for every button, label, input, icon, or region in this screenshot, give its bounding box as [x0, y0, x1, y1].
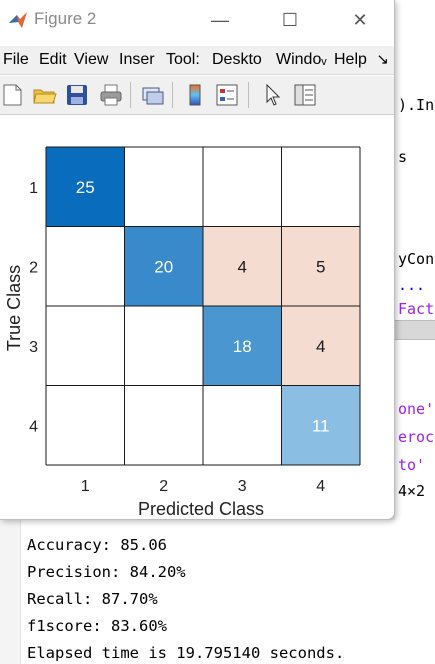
matrix-cell-4-2 [124, 385, 203, 465]
matrix-cell-4-1 [46, 385, 125, 465]
menu-file[interactable]: File [0, 51, 36, 69]
x-tick-label: 1 [81, 478, 90, 495]
menu-desktop[interactable]: Deskto [209, 51, 273, 69]
open-file-icon[interactable] [32, 82, 58, 108]
matrix-value-3-3: 18 [233, 337, 252, 356]
x-tick-label: 4 [316, 478, 325, 495]
y-tick-label: 4 [29, 418, 38, 435]
x-tick-label: 3 [238, 478, 247, 495]
matrix-cell-1-4 [281, 147, 360, 227]
matrix-value-1-1: 25 [76, 178, 95, 197]
save-icon[interactable] [64, 82, 90, 108]
menu-bar: File Edit View Inser Tool: Deskto Windoᵥ… [0, 46, 394, 75]
menu-help[interactable]: Help [331, 51, 374, 69]
code-fragment: 4×2 [398, 482, 426, 500]
link-plot-icon[interactable] [140, 82, 166, 108]
code-fragment: ... [398, 276, 426, 294]
code-fragment: ).In [398, 96, 435, 114]
menu-view[interactable]: View [71, 51, 116, 69]
matrix-value-4-4: 11 [312, 416, 330, 435]
matrix-cell-4-3 [203, 385, 282, 465]
matrix-cell-3-2 [124, 306, 203, 386]
toolbar-separator [172, 82, 173, 108]
console-line-recall: Recall: 87.70% [27, 590, 158, 608]
console-line-accuracy: Accuracy: 85.06 [27, 536, 167, 554]
matrix-cell-3-1 [46, 306, 125, 386]
figure-canvas[interactable]: 25 20 4 5 18 4 11 1 2 3 4 1 2 3 4 Predicted Class Tr… [0, 115, 395, 520]
matrix-cell-2-1 [46, 226, 125, 306]
command-window-gutter [0, 520, 21, 664]
matrix-cell-1-2 [124, 147, 203, 227]
matrix-value-2-2: 20 [154, 257, 173, 276]
matrix-cell-1-3 [203, 147, 282, 227]
matrix-value-2-3: 4 [238, 257, 247, 276]
matrix-value-3-4: 4 [316, 337, 325, 356]
minimize-button[interactable]: — [200, 6, 240, 34]
window-title: Figure 2 [34, 9, 97, 28]
legend-icon[interactable] [214, 82, 240, 108]
menu-overflow-icon[interactable]: ↘ [376, 50, 389, 68]
code-fragment: eroc [398, 428, 435, 446]
toolbar-separator [248, 82, 249, 108]
colorbar-icon[interactable] [182, 82, 208, 108]
console-line-precision: Precision: 84.20% [27, 563, 186, 581]
title-bar[interactable]: Figure 2 — ☐ ✕ [0, 0, 394, 40]
y-axis-label: True Class [4, 265, 24, 351]
y-tick-label: 2 [29, 259, 38, 276]
matrix-value-2-4: 5 [316, 257, 325, 276]
code-fragment: one' [398, 400, 435, 418]
toolbar-separator [130, 82, 131, 108]
code-fragment: Fact [398, 300, 435, 318]
menu-window[interactable]: Windoᵥ [273, 51, 331, 69]
pointer-icon[interactable] [260, 82, 286, 108]
menu-tools[interactable]: Tool: [163, 51, 209, 69]
matlab-logo-icon [9, 12, 27, 28]
editor-splitter[interactable] [395, 320, 435, 340]
confusion-matrix-chart[interactable]: 25 20 4 5 18 4 11 1 2 3 4 1 2 3 4 Predicted Class Tr… [0, 115, 395, 520]
x-tick-label: 2 [159, 478, 168, 495]
maximize-button[interactable]: ☐ [270, 6, 310, 34]
code-fragment: s [398, 148, 408, 166]
close-button[interactable]: ✕ [340, 6, 380, 34]
y-tick-label: 1 [29, 180, 38, 197]
property-inspector-icon[interactable] [292, 82, 318, 108]
code-fragment: to' [398, 456, 426, 474]
figure-toolbar [0, 76, 394, 115]
menu-edit[interactable]: Edit [36, 51, 71, 69]
new-figure-icon[interactable] [0, 82, 26, 108]
menu-insert[interactable]: Inser [116, 51, 163, 69]
console-line-elapsed: Elapsed time is 19.795140 seconds. [27, 644, 345, 662]
x-axis-label: Predicted Class [138, 499, 264, 519]
console-line-f1score: f1score: 83.60% [27, 617, 167, 635]
print-icon[interactable] [98, 82, 124, 108]
code-fragment: yCon [398, 250, 435, 268]
figure-window[interactable]: Figure 2 — ☐ ✕ File Edit View Inser Tool… [0, 0, 395, 520]
y-tick-label: 3 [29, 339, 38, 356]
close-icon: ✕ [352, 9, 368, 30]
maximize-icon: ☐ [281, 9, 299, 30]
minimize-icon: — [211, 9, 229, 30]
